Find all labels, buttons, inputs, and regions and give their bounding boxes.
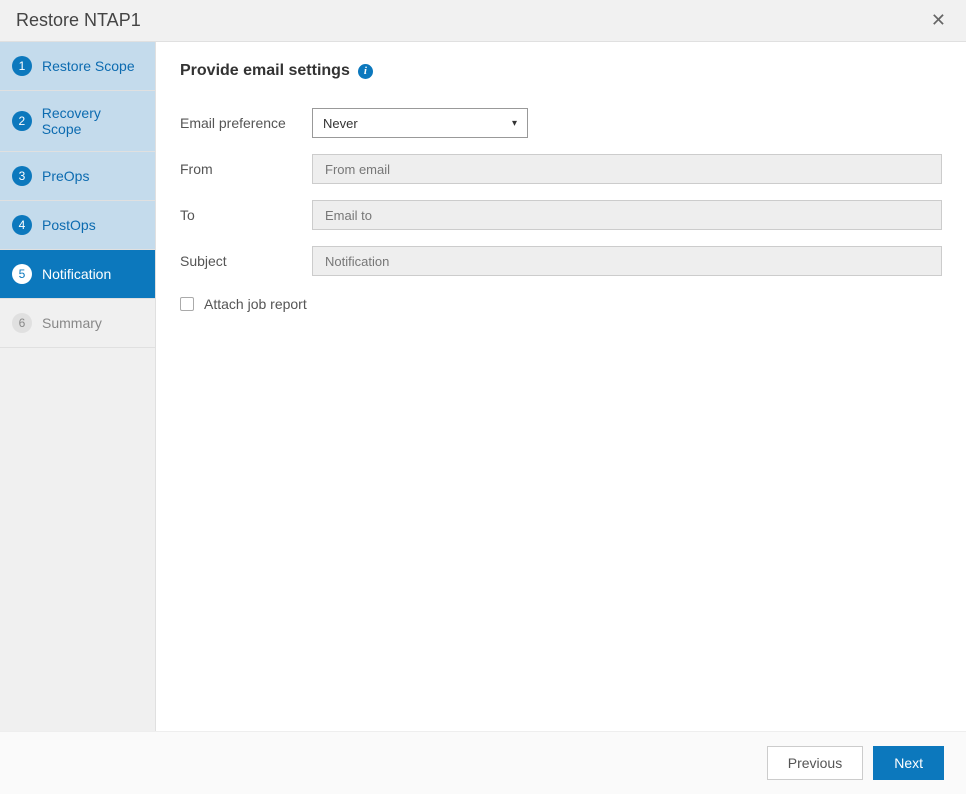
- subject-label: Subject: [180, 253, 312, 269]
- step-number: 3: [12, 166, 32, 186]
- step-notification[interactable]: 5 Notification: [0, 250, 155, 299]
- wizard-sidebar: 1 Restore Scope 2 Recovery Scope 3 PreOp…: [0, 42, 156, 731]
- window-title: Restore NTAP1: [16, 10, 141, 31]
- subject-input[interactable]: [312, 246, 942, 276]
- attach-job-report-label: Attach job report: [204, 296, 307, 312]
- to-input[interactable]: [312, 200, 942, 230]
- step-number: 1: [12, 56, 32, 76]
- attach-job-report-checkbox[interactable]: [180, 297, 194, 311]
- step-postops[interactable]: 4 PostOps: [0, 201, 155, 250]
- main-content: Provide email settings i Email preferenc…: [156, 42, 966, 731]
- step-number: 6: [12, 313, 32, 333]
- chevron-down-icon: ▾: [512, 118, 517, 129]
- select-value: Never: [323, 116, 358, 131]
- step-label: PostOps: [42, 217, 96, 233]
- page-title: Provide email settings: [180, 62, 350, 80]
- step-label: Summary: [42, 315, 102, 331]
- email-preference-label: Email preference: [180, 115, 312, 131]
- email-preference-select[interactable]: Never ▾: [312, 108, 528, 138]
- step-restore-scope[interactable]: 1 Restore Scope: [0, 42, 155, 91]
- info-icon[interactable]: i: [358, 64, 373, 79]
- to-label: To: [180, 207, 312, 223]
- next-button[interactable]: Next: [873, 746, 944, 780]
- step-label: Recovery Scope: [42, 105, 143, 137]
- step-recovery-scope[interactable]: 2 Recovery Scope: [0, 91, 155, 152]
- step-number: 4: [12, 215, 32, 235]
- step-label: Notification: [42, 266, 111, 282]
- from-label: From: [180, 161, 312, 177]
- step-preops[interactable]: 3 PreOps: [0, 152, 155, 201]
- step-label: PreOps: [42, 168, 89, 184]
- close-icon[interactable]: ✕: [927, 10, 950, 31]
- footer: Previous Next: [0, 731, 966, 794]
- step-label: Restore Scope: [42, 58, 135, 74]
- step-summary[interactable]: 6 Summary: [0, 299, 155, 348]
- step-number: 2: [12, 111, 32, 131]
- from-input[interactable]: [312, 154, 942, 184]
- step-number: 5: [12, 264, 32, 284]
- previous-button[interactable]: Previous: [767, 746, 863, 780]
